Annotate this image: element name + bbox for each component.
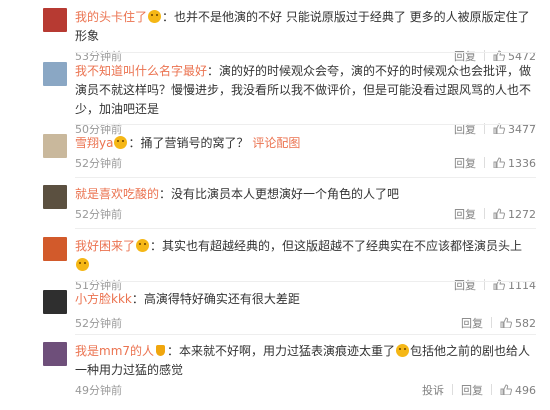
divider xyxy=(75,281,536,282)
vip-badge-icon xyxy=(156,345,166,356)
thumbs-up-icon xyxy=(500,317,512,328)
comment-username[interactable]: 小方脸kkk xyxy=(75,292,132,306)
comment-text: ：没有比演员本人更想演好一个角色的人了吧 xyxy=(159,187,400,201)
comment-time: 52分钟前 xyxy=(75,317,122,330)
divider xyxy=(484,157,485,168)
divider xyxy=(75,334,536,335)
comment-list: 我的头卡住了 ：也并不是他演的不好 只能说原版过于经典了 更多的人被原版定住了形象… xyxy=(0,0,550,410)
smile-emoji-icon xyxy=(148,10,162,23)
avatar[interactable] xyxy=(43,62,67,86)
comment-username[interactable]: 我好困来了 xyxy=(75,239,135,253)
sweat-emoji-icon xyxy=(76,258,89,271)
like-button[interactable]: 1272 xyxy=(493,208,536,221)
comment-text: ：高演得特好确实还有很大差距 xyxy=(131,292,300,306)
divider xyxy=(75,124,536,125)
comment-time: 52分钟前 xyxy=(75,208,122,221)
report-button[interactable]: 投诉 xyxy=(422,384,444,397)
like-count: 496 xyxy=(515,384,536,397)
comment-text: ：本来就不好啊，用力过猛表演痕迹太重了 xyxy=(167,344,396,358)
divider xyxy=(75,52,536,53)
like-count: 1272 xyxy=(508,208,536,221)
thumbs-up-icon xyxy=(500,384,512,395)
like-count: 1336 xyxy=(508,157,536,170)
like-count: 582 xyxy=(515,317,536,330)
comment-username[interactable]: 我是mm7的人 xyxy=(75,344,154,358)
avatar[interactable] xyxy=(43,237,67,261)
comment-text: ：其实也有超越经典的，但这版超越不了经典实在不应该都怪演员头上 xyxy=(150,239,523,253)
like-button[interactable]: 496 xyxy=(500,384,536,397)
comment-username[interactable]: 我的头卡住了 xyxy=(75,10,147,24)
comment-text: ：捅了营销号的窝了？ xyxy=(128,136,249,150)
comment-time: 49分钟前 xyxy=(75,384,122,397)
divider xyxy=(75,177,536,178)
reply-button[interactable]: 回复 xyxy=(461,317,483,330)
avatar[interactable] xyxy=(43,134,67,158)
comment-username[interactable]: 就是喜欢吃酸的 xyxy=(75,187,159,201)
avatar[interactable] xyxy=(43,8,67,32)
divider xyxy=(484,208,485,219)
divider xyxy=(491,317,492,328)
smile-emoji-icon xyxy=(114,136,128,149)
divider xyxy=(491,384,492,395)
like-button[interactable]: 582 xyxy=(500,317,536,330)
like-button[interactable]: 1336 xyxy=(493,157,536,170)
avatar[interactable] xyxy=(43,290,67,314)
thumbs-up-icon xyxy=(493,208,505,219)
comment-username[interactable]: 我不知道叫什么名字最好 xyxy=(75,64,207,78)
comment-image-link[interactable]: 评论配图 xyxy=(252,136,300,150)
smile-emoji-icon xyxy=(396,344,410,357)
divider xyxy=(75,228,536,229)
reply-button[interactable]: 回复 xyxy=(454,208,476,221)
divider xyxy=(452,384,453,395)
thumbs-up-icon xyxy=(493,157,505,168)
reply-button[interactable]: 回复 xyxy=(454,157,476,170)
smile-emoji-icon xyxy=(136,239,150,252)
reply-button[interactable]: 回复 xyxy=(461,384,483,397)
comment-username[interactable]: 雪翔ya xyxy=(75,136,113,150)
avatar[interactable] xyxy=(43,342,67,366)
comment-time: 52分钟前 xyxy=(75,157,122,170)
avatar[interactable] xyxy=(43,185,67,209)
